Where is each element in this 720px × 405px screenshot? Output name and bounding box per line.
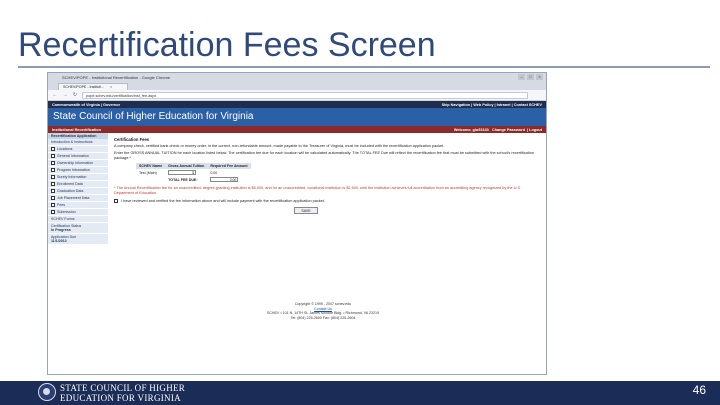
account-links: Welcome, glu53163 Change Password | Logo… xyxy=(453,127,542,132)
commonwealth-bar: Commonwealth of Virginia | Governor Skip… xyxy=(48,101,546,108)
browser-tab[interactable]: SCHEV/POPE - Instituti... × xyxy=(58,83,128,90)
sidebar-item-label: Ownership Information xyxy=(57,161,94,165)
slide-title: Recertification Fees Screen xyxy=(18,26,436,64)
sidebar-item-graduation[interactable]: Graduation Data xyxy=(48,188,108,195)
checkbox-icon xyxy=(51,189,55,193)
total-row: TOTAL FEE DUE: 0.00 xyxy=(136,176,251,183)
certification-status: Certification Status In Progress xyxy=(48,223,108,234)
seal-logo-icon xyxy=(38,383,56,401)
sidebar-item-ownership[interactable]: Ownership Information xyxy=(48,160,108,167)
checkbox-icon xyxy=(51,196,55,200)
forward-icon[interactable]: → xyxy=(62,92,68,98)
sidebar-item-job-placement[interactable]: Job Placement Data xyxy=(48,195,108,202)
checkbox-icon xyxy=(51,175,55,179)
sidebar-item-enrollment[interactable]: Enrollment Data xyxy=(48,181,108,188)
status-value: In Progress xyxy=(51,228,71,232)
sidebar-item-label: Program Information xyxy=(57,168,90,172)
payment-instructions: A company check, certified bank check or… xyxy=(114,144,445,148)
fee-amount: 0.00 xyxy=(210,170,218,175)
org-logo-text: STATE COUNCIL OF HIGHER EDUCATION FOR VI… xyxy=(60,383,185,403)
checkbox-icon xyxy=(51,210,55,214)
table-row: Test (Main) $ 0.00 xyxy=(136,169,251,176)
sidebar-item-surety[interactable]: Surety Information xyxy=(48,174,108,181)
contact-us-link[interactable]: Contact Us xyxy=(314,307,332,311)
seal-center xyxy=(43,388,50,395)
checkbox-icon xyxy=(51,161,55,165)
checkbox-icon xyxy=(51,203,55,207)
page-content: Recertification Application Introduction… xyxy=(48,133,546,373)
sidebar-item-label: General Information xyxy=(57,154,89,158)
section-label: Institutional Recertification xyxy=(52,127,101,132)
utility-links[interactable]: Skip Navigation | Web Policy | Intranet … xyxy=(442,103,542,107)
checkbox-icon xyxy=(51,154,55,158)
total-spacer xyxy=(136,176,165,183)
gov-links[interactable]: Commonwealth of Virginia | Governor xyxy=(52,103,120,107)
sidebar-item-label: Locations xyxy=(57,147,73,151)
sidebar-item-fees[interactable]: Fees xyxy=(48,202,108,209)
maximize-icon[interactable]: □ xyxy=(527,74,534,80)
site-footer: Copyright © 1999 - 2007 schev.edu Contac… xyxy=(208,302,438,320)
window-title: SCHEV/POPE - Institutional Recertificati… xyxy=(62,75,171,80)
sidebar-item-label: Graduation Data xyxy=(57,189,84,193)
browser-screenshot: SCHEV/POPE - Institutional Recertificati… xyxy=(47,72,547,375)
total-label: TOTAL FEE DUE: xyxy=(168,177,198,182)
back-icon[interactable]: ← xyxy=(52,92,58,98)
logout-link[interactable]: Logout xyxy=(529,128,542,132)
sidebar-item-label: Surety Information xyxy=(57,175,87,179)
application-due: Application Due 11/1/2012 xyxy=(48,234,108,245)
sidebar: Recertification Application Introduction… xyxy=(48,133,108,373)
change-password-link[interactable]: Change Password xyxy=(492,128,525,132)
fees-panel: Certification Fees A company check, cert… xyxy=(108,133,546,373)
window-controls: – □ × xyxy=(518,74,543,80)
sidebar-item-forms[interactable]: SCHEV Forms xyxy=(48,216,108,223)
title-divider xyxy=(18,66,710,68)
sidebar-item-label: Job Placement Data xyxy=(57,196,90,200)
tuition-cell: $ xyxy=(165,169,207,176)
sidebar-item-intro[interactable]: Introduction & Instructions xyxy=(48,139,108,146)
tuition-instructions: Enter the GROSS ANNUAL TUITION for each … xyxy=(114,151,534,160)
checkbox-icon xyxy=(51,147,55,151)
due-value: 11/1/2012 xyxy=(51,239,67,243)
sidebar-item-general[interactable]: General Information xyxy=(48,153,108,160)
agree-label: I have reviewed and verified the fee inf… xyxy=(121,199,325,203)
sidebar-item-label: Fees xyxy=(57,203,65,207)
agreement-row: I have reviewed and verified the fee inf… xyxy=(114,199,540,203)
welcome-text: Welcome, glu53163 xyxy=(453,127,489,132)
tab-close-icon[interactable]: × xyxy=(110,85,112,89)
site-banner: State Council of Higher Education for Vi… xyxy=(48,108,546,126)
location-name: Test (Main) xyxy=(139,170,157,175)
total-fee-field: 0.00 xyxy=(210,177,239,182)
org-line-2: EDUCATION FOR VIRGINIA xyxy=(60,393,181,403)
agree-checkbox[interactable] xyxy=(114,199,118,203)
page-heading: Certification Fees xyxy=(114,137,150,142)
sidebar-item-label: Enrollment Data xyxy=(57,182,83,186)
close-window-icon[interactable]: × xyxy=(536,74,543,80)
sidebar-item-submission[interactable]: Submission xyxy=(48,209,108,216)
tuition-input[interactable]: $ xyxy=(168,170,197,175)
page-number: 46 xyxy=(692,383,706,397)
minimize-icon[interactable]: – xyxy=(518,74,525,80)
tab-strip: SCHEV/POPE - Instituti... × xyxy=(48,82,546,90)
address-bar: ← → ↻ pope.schev.edu/certification/inst_… xyxy=(48,90,546,101)
total-cell: 0.00 xyxy=(207,176,250,183)
org-line-1: STATE COUNCIL OF HIGHER xyxy=(60,383,186,393)
browser-title-bar: SCHEV/POPE - Institutional Recertificati… xyxy=(48,73,546,82)
phone: Tel: (804) 225-2600 Fax: (804) 225-2604 xyxy=(290,315,356,320)
fee-table: SCHEV Name Gross Annual Tuition Required… xyxy=(136,163,251,183)
accreditation-notice: * The Annual Recertification fee for an … xyxy=(114,186,522,195)
sidebar-item-label: Submission xyxy=(57,210,76,214)
reload-icon[interactable]: ↻ xyxy=(72,92,78,98)
sidebar-item-program[interactable]: Program Information xyxy=(48,167,108,174)
url-input[interactable]: pope.schev.edu/certification/inst_fee.as… xyxy=(82,91,528,99)
checkbox-icon xyxy=(51,168,55,172)
sidebar-item-locations[interactable]: Locations xyxy=(48,146,108,153)
tab-label: SCHEV/POPE - Instituti... xyxy=(63,85,104,89)
section-bar: Institutional Recertification Welcome, g… xyxy=(48,126,546,133)
checkbox-icon xyxy=(51,182,55,186)
save-button[interactable]: SAVE xyxy=(294,207,318,214)
